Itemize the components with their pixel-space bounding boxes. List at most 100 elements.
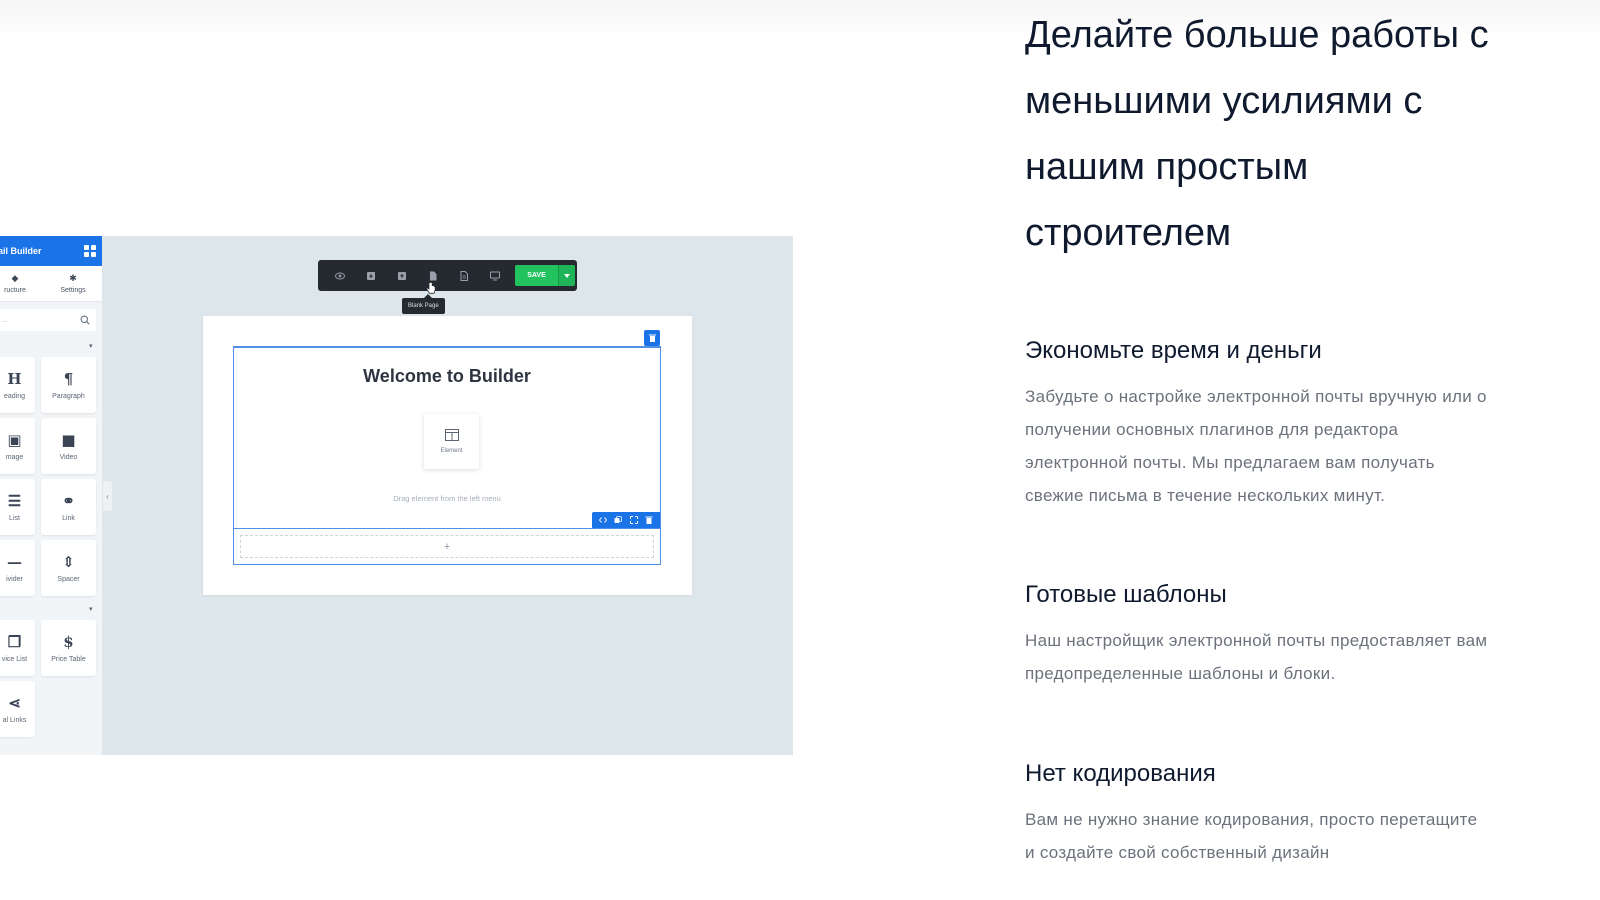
feature-description: Забудьте о настройке электронной почты в…	[1025, 380, 1585, 512]
hero-heading: Делайте больше работы с меньшими усилиям…	[1025, 2, 1585, 266]
feature-title: Готовые шаблоны	[1025, 581, 1227, 608]
email-canvas: Welcome to Builder Element Drag element …	[203, 316, 692, 595]
tile-paragraph-label: Paragraph	[52, 392, 85, 400]
drag-hint: Drag element from the left menu	[393, 494, 501, 503]
link-icon: ⚭	[62, 491, 75, 510]
divider-icon: —	[7, 552, 22, 571]
tab-structure[interactable]: ◆ ructure	[0, 266, 44, 301]
dollar-icon: $	[63, 632, 74, 651]
desktop-view-button[interactable]	[479, 260, 510, 291]
file-icon	[429, 271, 436, 280]
tile-paragraph[interactable]: ¶ Paragraph	[41, 357, 96, 413]
canvas-section[interactable]: Welcome to Builder Element Drag element …	[233, 346, 661, 529]
mouse-cursor-icon	[426, 282, 436, 294]
section-tools	[592, 512, 660, 528]
image-icon: ▣	[7, 430, 22, 449]
tile-service-list-label: vice List	[1, 655, 28, 663]
tile-list-label: List	[9, 514, 20, 522]
feature-title: Экономьте время и деньги	[1025, 337, 1322, 364]
save-options-button[interactable]	[558, 265, 575, 286]
tile-link-label: Link	[62, 514, 75, 522]
feature-line: электронной почты. Мы предлагаем вам пол…	[1025, 453, 1435, 472]
export-button[interactable]	[386, 260, 417, 291]
delete-section-button[interactable]	[644, 330, 660, 346]
feature-line: предопределенные шаблоны и блоки.	[1025, 664, 1336, 683]
sidebar-header: ail Builder	[0, 236, 102, 266]
template-button[interactable]	[448, 260, 479, 291]
monitor-icon	[489, 271, 500, 280]
add-row-button[interactable]: +	[240, 535, 654, 558]
tile-video-label: Video	[59, 453, 78, 461]
tile-price-table[interactable]: $ Price Table	[41, 620, 96, 676]
element-placeholder[interactable]: Element	[424, 414, 479, 469]
tile-price-table-label: Price Table	[51, 655, 86, 663]
search-placeholder: ...	[2, 316, 8, 324]
feature-description: Вам не нужно знание кодирования, просто …	[1025, 803, 1585, 869]
feature-title: Нет кодирования	[1025, 760, 1216, 787]
tile-link[interactable]: ⚭ Link	[41, 479, 96, 535]
layers-icon: ◆	[11, 273, 19, 283]
tile-spacer-label: Spacer	[57, 575, 80, 583]
sidebar-search-input[interactable]: ...	[0, 309, 96, 331]
columns-icon	[444, 429, 459, 441]
paragraph-icon: ¶	[63, 369, 74, 388]
upload-icon	[397, 271, 406, 280]
service-list-icon: ❐	[7, 632, 22, 651]
tile-social-links[interactable]: ⋖ al Links	[0, 681, 35, 737]
builder-screenshot: ail Builder ◆ ructure ✱ Settings ... ▾ H…	[0, 236, 793, 755]
welcome-heading: Welcome to Builder	[363, 366, 531, 386]
hero-line: строителем	[1025, 212, 1232, 254]
share-icon: ⋖	[8, 693, 21, 712]
tile-heading-label: eading	[3, 392, 26, 400]
chevron-down-icon	[564, 273, 570, 278]
hero-line: Делайте больше работы с	[1025, 14, 1489, 56]
feature-line: Вам не нужно знание кодирования, просто …	[1025, 810, 1478, 829]
sidebar-title: ail Builder	[0, 246, 42, 256]
feature-line: свежие письма в течение нескольких минут…	[1025, 486, 1386, 505]
preview-button[interactable]	[324, 260, 355, 291]
heading-icon: H	[7, 369, 22, 388]
tab-settings-label: Settings	[60, 287, 86, 294]
builder-sidebar: ail Builder ◆ ructure ✱ Settings ... ▾ H…	[0, 236, 103, 755]
group-collapse-icon[interactable]: ▾	[89, 605, 93, 613]
save-button[interactable]: SAVE	[515, 265, 558, 286]
tile-service-list[interactable]: ❐ vice List	[0, 620, 35, 676]
add-row-area[interactable]: +	[233, 529, 661, 565]
element-label: Element	[440, 448, 463, 454]
hero-line: меньшими усилиями с	[1025, 80, 1423, 122]
feature-no-coding: Нет кодирования Вам не нужно знание коди…	[1025, 759, 1585, 869]
move-icon[interactable]	[629, 516, 638, 524]
tile-spacer[interactable]: ⇕ Spacer	[41, 540, 96, 596]
tile-divider[interactable]: — ivider	[0, 540, 35, 596]
group-collapse-icon[interactable]: ▾	[89, 342, 93, 350]
tile-image[interactable]: ▣ mage	[0, 418, 35, 474]
list-icon: ☰	[7, 491, 22, 510]
tile-video[interactable]: ■ Video	[41, 418, 96, 474]
import-button[interactable]	[355, 260, 386, 291]
eye-icon	[334, 272, 345, 279]
duplicate-icon[interactable]	[614, 516, 623, 524]
trash-icon[interactable]	[645, 516, 653, 524]
spacer-icon: ⇕	[62, 552, 75, 571]
tile-list[interactable]: ☰ List	[0, 479, 35, 535]
feature-templates: Готовые шаблоны Наш настройщик электронн…	[1025, 580, 1585, 690]
video-icon: ■	[61, 430, 76, 449]
gear-icon: ✱	[69, 273, 77, 283]
feature-line: Наш настройщик электронной почты предост…	[1025, 631, 1488, 650]
search-icon	[80, 315, 90, 325]
tile-heading[interactable]: H eading	[0, 357, 35, 413]
tile-image-label: mage	[5, 453, 24, 461]
trash-icon	[648, 334, 656, 342]
sidebar-collapse-toggle[interactable]: ‹	[103, 481, 112, 511]
feature-line: получении основных плагинов для редактор…	[1025, 420, 1399, 439]
code-icon[interactable]	[598, 516, 607, 524]
tab-settings[interactable]: ✱ Settings	[44, 266, 102, 301]
hero-line: нашим простым	[1025, 146, 1309, 188]
sidebar-tabs: ◆ ructure ✱ Settings	[0, 266, 102, 302]
builder-toolbar: SAVE	[318, 260, 577, 291]
tab-structure-label: ructure	[4, 287, 26, 294]
apps-grid-icon[interactable]	[84, 245, 96, 257]
toolbar-tooltip: Blank Page	[402, 294, 445, 314]
tile-divider-label: ivider	[6, 575, 23, 583]
document-icon	[460, 270, 468, 281]
